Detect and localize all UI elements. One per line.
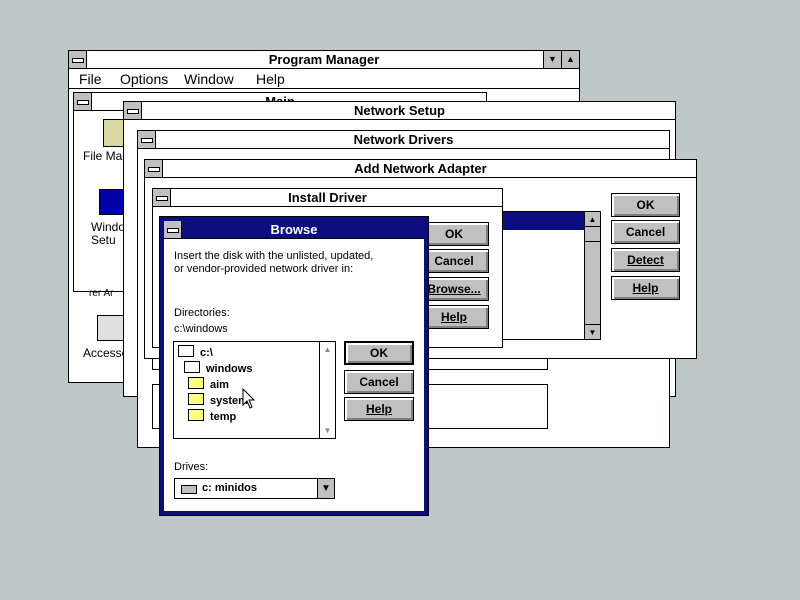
minimize-icon[interactable]: ▼	[543, 51, 561, 68]
network-drivers-title: Network Drivers	[353, 132, 454, 147]
scroll-thumb[interactable]	[585, 227, 600, 242]
dir-item-temp[interactable]: temp	[188, 409, 236, 423]
install-ok-button[interactable]: OK	[419, 222, 489, 246]
folder-icon	[188, 393, 204, 405]
browse-ok-button[interactable]: OK	[344, 341, 414, 365]
menu-bar: File Options Window Help	[69, 69, 579, 89]
selected-drive: c: minidos	[202, 482, 258, 494]
open-folder-icon	[184, 361, 200, 373]
adapter-detect-button[interactable]: Detect	[611, 248, 680, 272]
mouse-cursor-icon	[242, 388, 256, 409]
dropdown-arrow-icon[interactable]: ▼	[317, 479, 334, 498]
system-menu-icon[interactable]	[69, 51, 87, 68]
menu-file[interactable]: File	[79, 71, 102, 87]
open-folder-icon	[178, 345, 194, 357]
system-menu-icon[interactable]	[153, 189, 171, 206]
browse-prompt-line1: Insert the disk with the unlisted, updat…	[174, 250, 374, 262]
add-adapter-titlebar[interactable]: Add Network Adapter	[145, 160, 696, 178]
install-driver-titlebar[interactable]: Install Driver	[153, 189, 502, 207]
browse-dialog: Browse Insert the disk with the unlisted…	[159, 216, 429, 516]
system-menu-icon[interactable]	[145, 160, 163, 177]
dir-item-aim[interactable]: aim	[188, 377, 229, 391]
browse-prompt-line2: or vendor-provided network driver in:	[174, 263, 354, 275]
drives-dropdown[interactable]: c: minidos ▼	[174, 478, 335, 499]
network-setup-titlebar[interactable]: Network Setup	[124, 102, 675, 120]
system-menu-icon[interactable]	[124, 102, 142, 119]
scroll-up-arrow[interactable]: ▲	[320, 342, 335, 357]
install-browse-button[interactable]: Browse...	[419, 277, 489, 301]
directory-list-scrollbar[interactable]: ▲ ▼	[319, 342, 335, 438]
current-directory: c:\windows	[174, 323, 228, 335]
dir-item-root[interactable]: c:\	[178, 345, 213, 359]
folder-icon	[188, 377, 204, 389]
adapter-list-scrollbar[interactable]: ▲ ▼	[584, 212, 600, 339]
scroll-down-arrow[interactable]: ▼	[585, 324, 600, 339]
menu-window[interactable]: Window	[184, 71, 234, 87]
browse-titlebar[interactable]: Browse	[164, 221, 424, 239]
network-setup-title: Network Setup	[353, 103, 445, 118]
partial-label: rer Ar	[89, 288, 114, 299]
drive-icon	[181, 485, 197, 494]
windows-setup-label[interactable]: Windo Setu	[91, 221, 127, 247]
adapter-cancel-button[interactable]: Cancel	[611, 220, 680, 244]
system-menu-icon[interactable]	[138, 131, 156, 148]
adapter-help-button[interactable]: Help	[611, 276, 680, 300]
install-driver-title: Install Driver	[288, 190, 367, 205]
install-help-button[interactable]: Help	[419, 305, 489, 329]
program-manager-title: Program Manager	[268, 52, 380, 67]
add-adapter-title: Add Network Adapter	[354, 161, 487, 176]
adapter-ok-button[interactable]: OK	[611, 193, 680, 217]
browse-cancel-button[interactable]: Cancel	[344, 370, 414, 394]
folder-icon	[188, 409, 204, 421]
menu-options[interactable]: Options	[120, 71, 168, 87]
program-manager-titlebar[interactable]: Program Manager ▼ ▲	[69, 51, 579, 69]
system-menu-icon[interactable]	[74, 93, 92, 110]
browse-help-button[interactable]: Help	[344, 397, 414, 421]
scroll-up-arrow[interactable]: ▲	[585, 212, 600, 227]
dir-item-windows[interactable]: windows	[184, 361, 252, 375]
drives-label: Drives:	[174, 461, 209, 473]
directories-label: Directories:	[174, 307, 230, 319]
accessories-label[interactable]: Accesso	[83, 346, 128, 360]
maximize-icon[interactable]: ▲	[561, 51, 579, 68]
install-cancel-button[interactable]: Cancel	[419, 249, 489, 273]
network-drivers-titlebar[interactable]: Network Drivers	[138, 131, 669, 149]
scroll-down-arrow[interactable]: ▼	[320, 423, 335, 438]
browse-title: Browse	[270, 222, 318, 237]
menu-help[interactable]: Help	[256, 71, 285, 87]
dir-item-system[interactable]: system	[188, 393, 248, 407]
system-menu-icon[interactable]	[164, 221, 182, 238]
